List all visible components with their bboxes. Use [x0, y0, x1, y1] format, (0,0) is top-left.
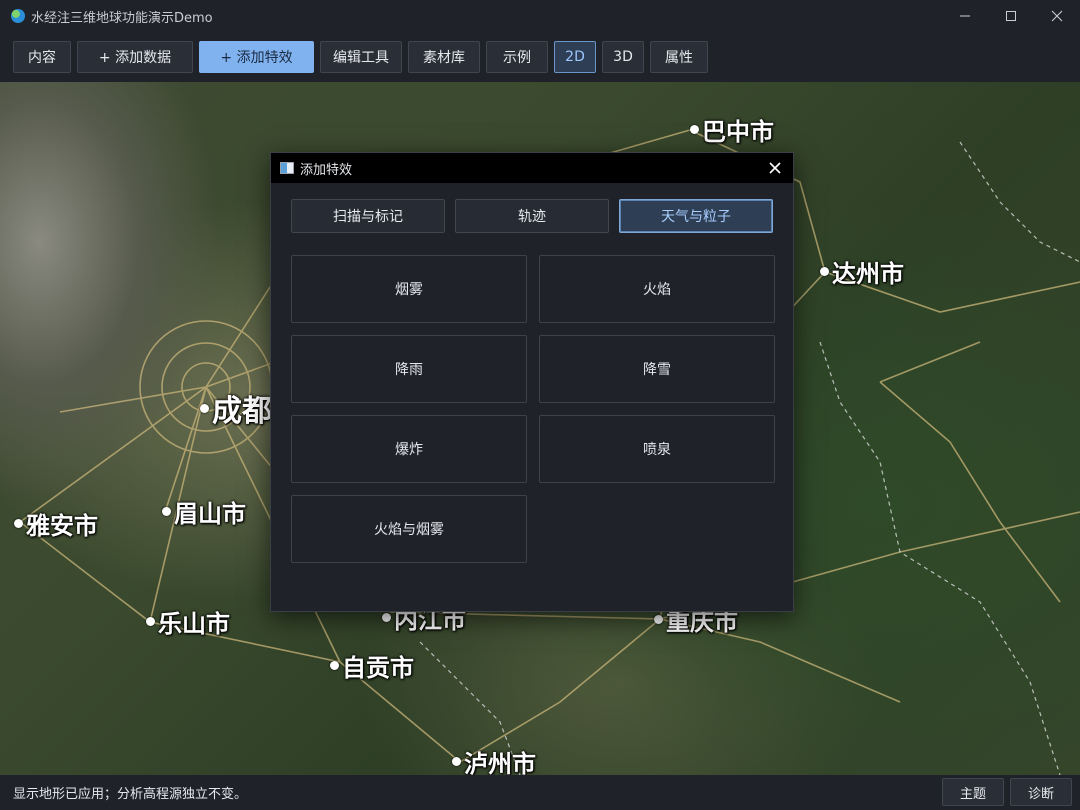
map-label-luzhou: 泸州市 [452, 744, 536, 775]
2d-mode-button[interactable]: 2D [554, 41, 596, 73]
status-bar: 显示地形已应用；分析高程源独立不变。 主题 诊断 [0, 775, 1080, 810]
3d-mode-button[interactable]: 3D [602, 41, 644, 73]
city-dot [820, 267, 829, 276]
minimize-button[interactable] [942, 0, 988, 32]
tab-weather-and-particles[interactable]: 天气与粒子 [619, 199, 773, 233]
dialog-title: 添加特效 [300, 162, 353, 178]
status-message: 显示地形已应用；分析高程源独立不变。 [13, 787, 248, 802]
city-dot [200, 403, 209, 413]
city-dot [330, 661, 339, 670]
main-toolbar: 内容 + 添加数据 + 添加特效 编辑工具 素材库 示例 2D 3D 属性 [0, 32, 1080, 82]
theme-button[interactable]: 主题 [942, 778, 1004, 806]
effect-grid: 烟雾 火焰 降雨 降雪 爆炸 喷泉 火焰与烟雾 [291, 255, 775, 563]
effect-flame-and-smoke-button[interactable]: 火焰与烟雾 [291, 495, 527, 563]
minimize-icon [960, 15, 970, 17]
effect-snow-button[interactable]: 降雪 [539, 335, 775, 403]
map-label-yaan: 雅安市 [14, 506, 98, 541]
map-label-dazhou: 达州市 [820, 254, 904, 289]
city-dot [690, 125, 699, 134]
effect-fountain-button[interactable]: 喷泉 [539, 415, 775, 483]
effect-rain-button[interactable]: 降雨 [291, 335, 527, 403]
window-icon [280, 162, 294, 174]
window-title: 水经注三维地球功能演示Demo [31, 10, 213, 26]
city-dot [146, 617, 155, 626]
city-dot [382, 613, 391, 622]
city-dot [162, 507, 171, 516]
close-window-button[interactable] [1034, 0, 1080, 32]
close-icon [1051, 10, 1063, 22]
map-label-leshan: 乐山市 [146, 604, 230, 639]
effect-smoke-button[interactable]: 烟雾 [291, 255, 527, 323]
map-label-bazhong: 巴中市 [690, 112, 774, 147]
edit-tools-button[interactable]: 编辑工具 [320, 41, 402, 73]
map-label-zigong: 自贡市 [330, 648, 414, 683]
properties-button[interactable]: 属性 [650, 41, 708, 73]
dialog-close-button[interactable] [763, 156, 787, 180]
maximize-icon [1006, 11, 1016, 21]
city-dot [452, 757, 461, 766]
city-dot [14, 519, 23, 528]
add-effect-button[interactable]: + 添加特效 [199, 41, 314, 73]
add-data-button[interactable]: + 添加数据 [77, 41, 193, 73]
window-controls [942, 0, 1080, 32]
effect-flame-button[interactable]: 火焰 [539, 255, 775, 323]
map-label-chengdu: 成都 [200, 386, 272, 430]
tab-scan-and-mark[interactable]: 扫描与标记 [291, 199, 445, 233]
globe-icon [11, 9, 25, 23]
dialog-header[interactable]: 添加特效 [271, 153, 793, 183]
maximize-button[interactable] [988, 0, 1034, 32]
close-icon [769, 162, 781, 174]
effect-category-tabs: 扫描与标记 轨迹 天气与粒子 [291, 199, 773, 233]
title-bar: 水经注三维地球功能演示Demo [0, 0, 1080, 32]
examples-button[interactable]: 示例 [486, 41, 548, 73]
status-bar-buttons: 主题 诊断 [942, 778, 1072, 806]
map-label-meishan: 眉山市 [162, 494, 246, 529]
content-button[interactable]: 内容 [13, 41, 71, 73]
add-effect-dialog: 添加特效 扫描与标记 轨迹 天气与粒子 烟雾 火焰 降雨 降雪 爆炸 喷泉 火焰… [270, 152, 794, 612]
city-dot [654, 615, 663, 624]
asset-library-button[interactable]: 素材库 [408, 41, 480, 73]
diagnostics-button[interactable]: 诊断 [1010, 778, 1072, 806]
tab-trajectory[interactable]: 轨迹 [455, 199, 609, 233]
effect-explosion-button[interactable]: 爆炸 [291, 415, 527, 483]
